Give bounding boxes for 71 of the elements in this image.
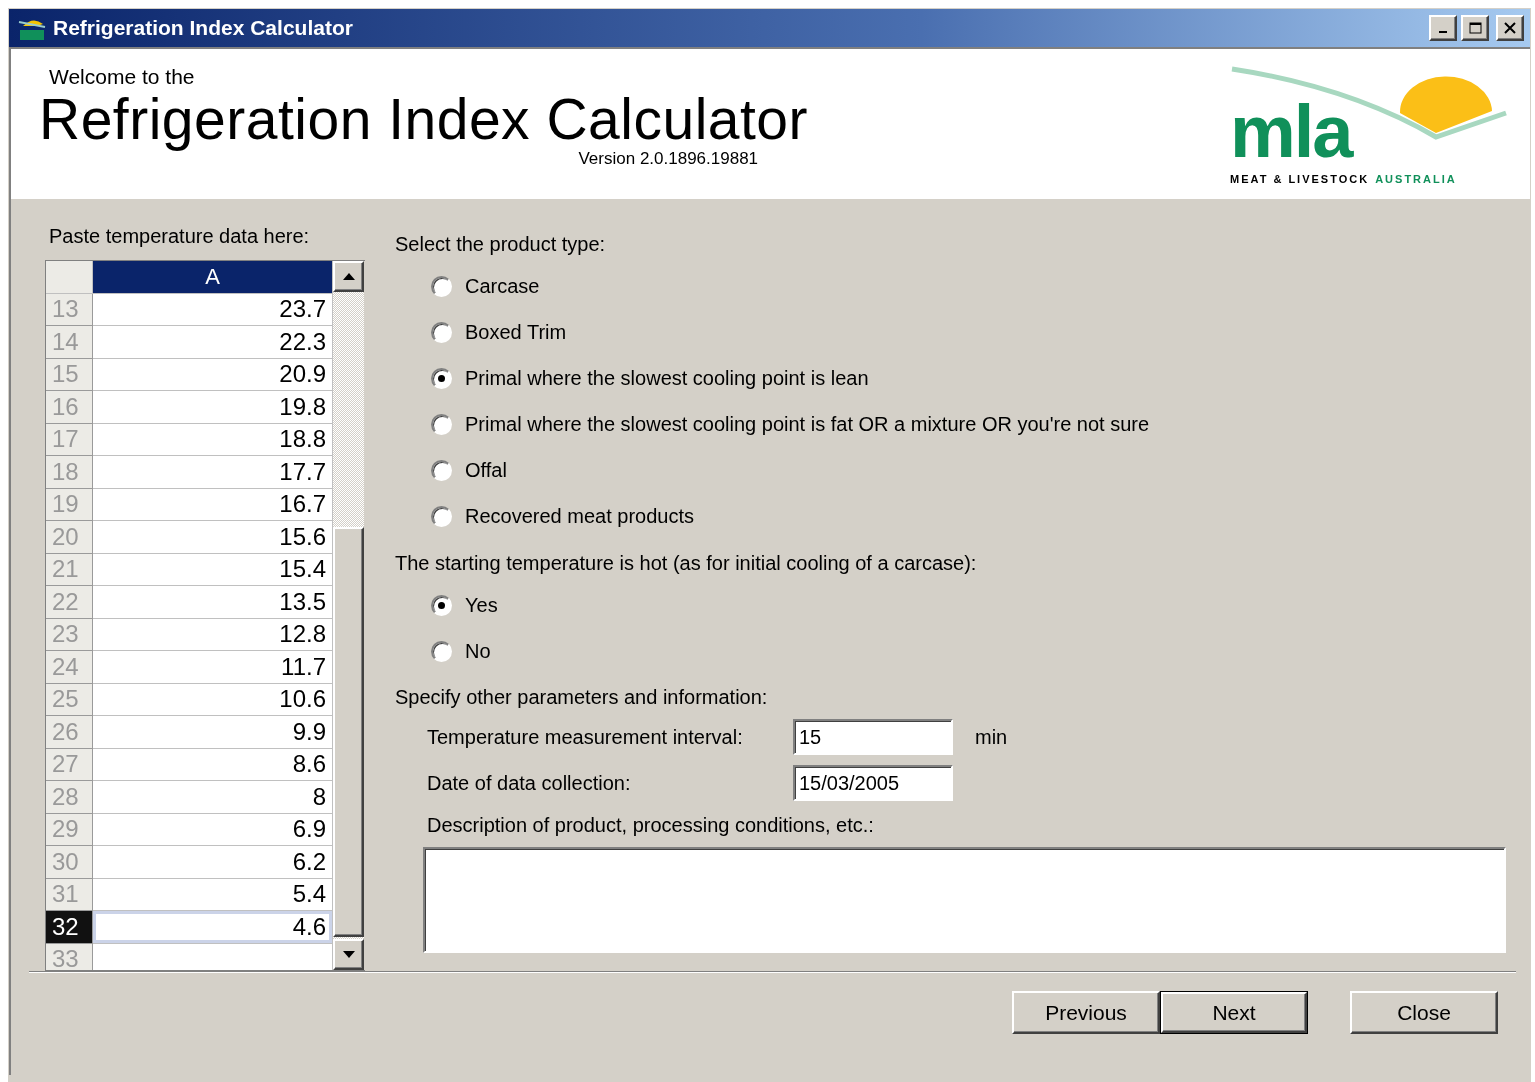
radio-button[interactable] — [431, 505, 452, 527]
field-label: Date of data collection: — [427, 771, 632, 795]
table-cell[interactable]: 19.8 — [93, 391, 333, 424]
logo-wordmark: mla — [1230, 97, 1352, 167]
logo-tagline: MEAT & LIVESTOCK — [1230, 173, 1370, 185]
table-cell[interactable]: 18.8 — [93, 423, 333, 456]
app-title: Refrigeration Index Calculator — [39, 89, 809, 149]
radio-option[interactable]: Recovered meat products — [431, 493, 1506, 539]
section-label: Specify other parameters and information: — [395, 686, 769, 710]
table-cell[interactable]: 15.4 — [93, 553, 333, 586]
radio-button[interactable] — [431, 367, 452, 389]
vertical-scrollbar[interactable] — [333, 261, 364, 970]
radio-button[interactable] — [431, 321, 452, 343]
minimize-button[interactable] — [1429, 15, 1457, 41]
close-button[interactable]: Close — [1350, 991, 1498, 1034]
close-button[interactable] — [1496, 15, 1524, 41]
radio-button[interactable] — [431, 459, 452, 481]
table-cell[interactable]: 8.6 — [93, 748, 333, 781]
row-header[interactable]: 32 — [46, 911, 93, 944]
column-header[interactable]: A — [93, 261, 333, 294]
table-cell[interactable]: 23.7 — [93, 293, 333, 326]
radio-button[interactable] — [431, 413, 452, 435]
version-text: Version 2.0.1896.19881 — [578, 149, 759, 169]
table-cell[interactable]: 15.6 — [93, 521, 333, 554]
table-cell[interactable]: 22.3 — [93, 326, 333, 359]
radio-option[interactable]: Boxed Trim — [431, 309, 1506, 355]
description-field[interactable] — [423, 847, 1506, 953]
table-cell[interactable]: 8 — [93, 781, 333, 814]
radio-button[interactable] — [431, 594, 452, 616]
radio-option[interactable]: Primal where the slowest cooling point is fat OR a mixture OR you're not sure — [431, 401, 1506, 447]
radio-option[interactable]: Offal — [431, 447, 1506, 493]
table-cell[interactable]: 6.2 — [93, 846, 333, 879]
table-cell[interactable]: 6.9 — [93, 813, 333, 846]
scroll-down-button[interactable] — [333, 939, 364, 970]
table-cell[interactable]: 20.9 — [93, 358, 333, 391]
maximize-button[interactable] — [1461, 15, 1489, 41]
data-label: Paste temperature data here: — [49, 225, 311, 248]
date-field[interactable]: 15/03/2005 — [793, 765, 953, 801]
table-cell[interactable]: 5.4 — [93, 878, 333, 911]
table-cell[interactable]: 17.7 — [93, 456, 333, 489]
up-arrow-icon — [342, 273, 355, 280]
field-label: Temperature measurement interval: — [427, 725, 744, 749]
table-cell[interactable]: 12.8 — [93, 618, 333, 651]
down-arrow-icon — [342, 951, 355, 958]
radio-button[interactable] — [431, 640, 452, 662]
section-label: The starting temperature is hot (as for initial cooling of a carcase): — [395, 552, 978, 576]
maximize-icon — [1468, 22, 1482, 34]
radio-button[interactable] — [431, 275, 452, 297]
interval-field[interactable]: 15 — [793, 719, 953, 755]
welcome-text: Welcome to the — [49, 65, 196, 89]
table-cell[interactable]: 16.7 — [93, 488, 333, 521]
radio-option[interactable]: No — [431, 628, 1506, 674]
field-label: Description of product, processing conditions, etc.: — [427, 814, 875, 837]
close-icon — [1503, 22, 1517, 34]
logo-tagline: AUSTRALIA — [1375, 173, 1457, 185]
table-cell[interactable]: 13.5 — [93, 586, 333, 619]
table-cell[interactable]: 4.6 — [93, 911, 333, 944]
section-label: Select the product type: — [395, 233, 607, 257]
radio-option[interactable]: Primal where the slowest cooling point is lean — [431, 355, 1506, 401]
previous-button[interactable]: Previous — [1012, 991, 1160, 1034]
scroll-up-button[interactable] — [333, 261, 364, 292]
table-cell[interactable]: 9.9 — [93, 716, 333, 749]
unit-label: min — [975, 725, 1009, 749]
radio-option[interactable]: Yes — [431, 582, 1506, 628]
next-button[interactable]: Next — [1160, 991, 1308, 1034]
minimize-icon — [1439, 31, 1447, 33]
window-title: Refrigeration Index Calculator — [53, 16, 354, 40]
table-cell[interactable]: 11.7 — [93, 651, 333, 684]
scrollbar-thumb[interactable] — [333, 527, 364, 937]
radio-option[interactable]: Carcase — [431, 263, 1506, 309]
table-cell[interactable]: 10.6 — [93, 683, 333, 716]
